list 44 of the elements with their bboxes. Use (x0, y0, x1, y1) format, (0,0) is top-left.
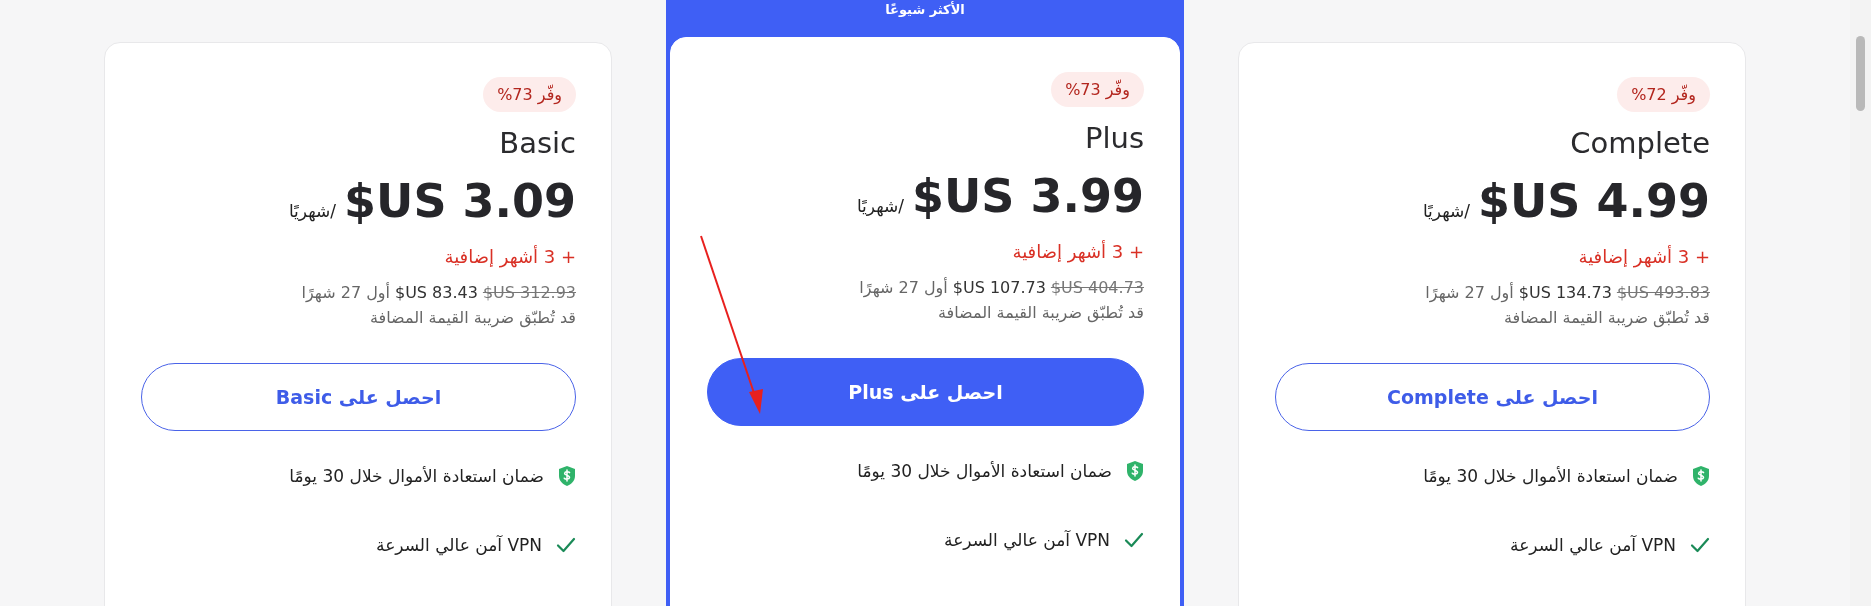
feature-text: VPN آمن عالي السرعة (376, 535, 542, 555)
original-price: $US 312.93 (482, 283, 576, 302)
price-period: /شهريًا (1422, 201, 1470, 221)
popular-label: الأكثر شيوعًا (884, 0, 966, 19)
original-price: $US 493.83 (1616, 283, 1710, 302)
money-shield-icon (1126, 460, 1144, 482)
price-period: /شهريًا (288, 201, 336, 221)
money-shield-icon (1692, 465, 1710, 487)
plan-name: Plus (1083, 121, 1144, 155)
intro-price: $US 134.73 (1518, 283, 1612, 302)
plan-name: Complete (1569, 126, 1710, 160)
feature-text: ضمان استعادة الأموال خلال 30 يومًا (857, 461, 1112, 481)
feature-text: VPN آمن عالي السرعة (1510, 535, 1676, 555)
intro-price: $US 83.43 (394, 283, 478, 302)
scroll-bar[interactable] (1850, 0, 1871, 606)
bonus-months: + 3 أشهر إضافية (1011, 241, 1144, 262)
intro-term: أول 27 شهرًا (859, 278, 948, 297)
intro-term: أول 27 شهرًا (301, 283, 390, 302)
feature-text: VPN آمن عالي السرعة (944, 530, 1110, 550)
get-plan-button[interactable]: احصل على Complete (1275, 363, 1710, 431)
discount-badge: وفّر 73% (483, 77, 576, 112)
intro-term: أول 27 شهرًا (1425, 283, 1514, 302)
tax-note: قد تُطبّق ضريبة القيمة المضافة (936, 303, 1144, 322)
plan-name: Basic (498, 126, 576, 160)
feature-text: ضمان استعادة الأموال خلال 30 يومًا (1423, 466, 1678, 486)
feature-text: ضمان استعادة الأموال خلال 30 يومًا (289, 466, 544, 486)
tax-note: قد تُطبّق ضريبة القيمة المضافة (1502, 308, 1710, 327)
plan-price: $US 3.99 (912, 169, 1144, 223)
original-price: $US 404.73 (1050, 278, 1144, 297)
tax-note: قد تُطبّق ضريبة القيمة المضافة (369, 308, 576, 327)
plan-price: $US 4.99 (1478, 174, 1710, 228)
discount-badge: وفّر 72% (1617, 77, 1710, 112)
bonus-months: + 3 أشهر إضافية (1577, 246, 1710, 267)
intro-price: $US 107.73 (952, 278, 1046, 297)
plan-price: $US 3.09 (344, 174, 576, 228)
money-shield-icon (558, 465, 576, 487)
check-icon (1690, 537, 1710, 553)
check-icon (1124, 532, 1144, 548)
discount-badge: وفّر 73% (1051, 72, 1144, 107)
get-plan-button[interactable]: احصل على Plus (707, 358, 1144, 426)
check-icon (556, 537, 576, 553)
price-period: /شهريًا (856, 196, 904, 216)
get-plan-button[interactable]: احصل على Basic (141, 363, 576, 431)
bonus-months: + 3 أشهر إضافية (443, 246, 576, 267)
